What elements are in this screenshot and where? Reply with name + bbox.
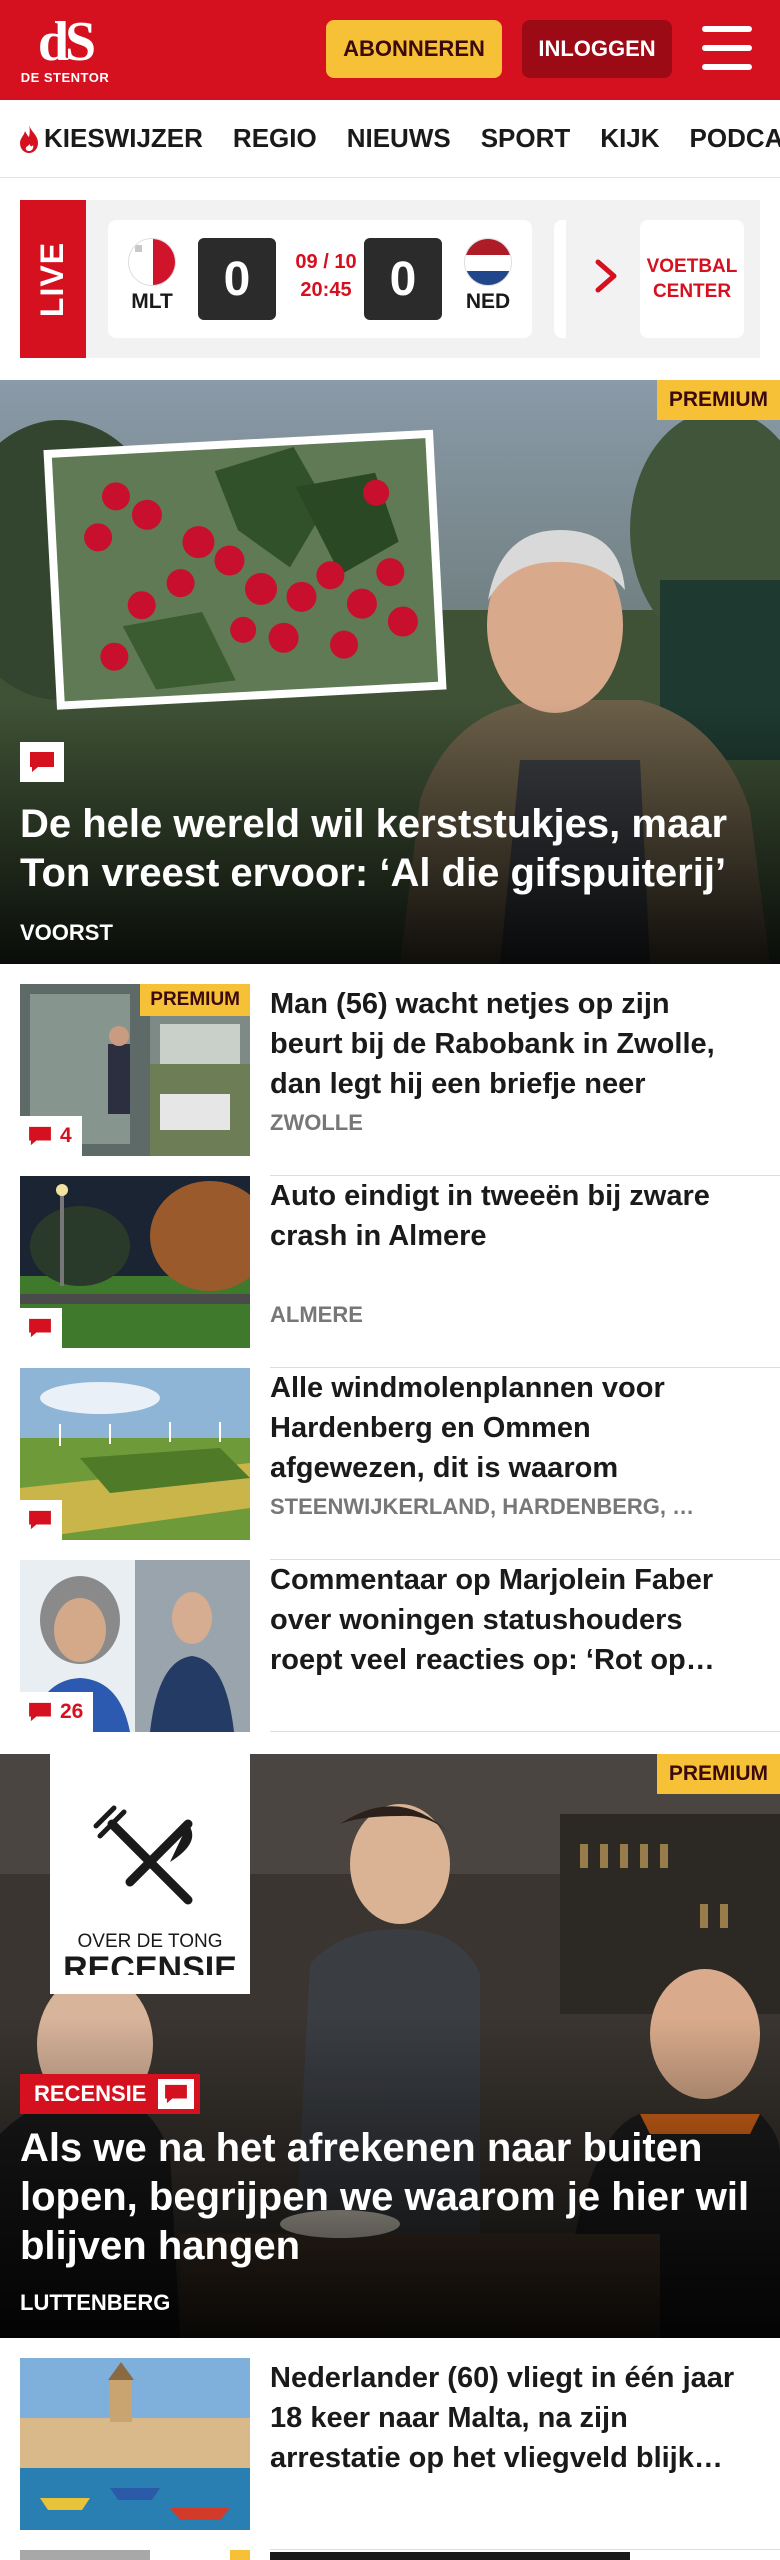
logo-subtitle: DE STENTOR xyxy=(20,69,110,85)
hero-location: VOORST xyxy=(20,920,113,945)
site-header: dS DE STENTOR ABONNEREN INLOGGEN xyxy=(0,0,780,100)
hero-headline[interactable]: De hele wereld wil kerststukjes, maar To… xyxy=(20,800,760,898)
logo-mark: dS xyxy=(37,10,96,73)
article-title-partial[interactable] xyxy=(270,2552,630,2560)
comment-count-value: 4 xyxy=(60,1124,72,1147)
comment-count[interactable]: 4 xyxy=(20,1116,82,1156)
nav-item-nieuws[interactable]: NIEUWS xyxy=(347,123,451,154)
divider xyxy=(270,1731,780,1732)
article-thumbnail xyxy=(20,1368,250,1540)
hero-location: LUTTENBERG xyxy=(20,2290,171,2315)
recensie-tag[interactable]: RECENSIE xyxy=(20,2074,161,2114)
away-score: 0 xyxy=(364,238,442,320)
fork-knife-icon xyxy=(93,1805,193,1905)
login-button[interactable]: INLOGGEN xyxy=(522,20,672,78)
malta-flag-icon xyxy=(128,238,176,286)
section-nav: KIESWIJZER REGIO NIEUWS SPORT KIJK PODCA… xyxy=(0,100,780,178)
article-title[interactable]: Auto eindigt in tweeën bij zware crash i… xyxy=(270,1176,740,1256)
list-item[interactable]: 26 Commentaar op Marjolein Faber over wo… xyxy=(20,1560,780,1732)
home-team: MLT xyxy=(122,238,182,314)
review-badge-line1: OVER DE TONG xyxy=(77,1931,223,1952)
live-label: LIVE xyxy=(20,200,86,358)
comment-icon xyxy=(29,1126,51,1146)
away-team: NED xyxy=(458,238,518,314)
comment-count[interactable]: 26 xyxy=(20,1692,94,1732)
thumbnail-image xyxy=(20,2358,250,2530)
article-thumbnail xyxy=(20,1176,250,1348)
match-datetime: 09 / 10 20:45 xyxy=(288,248,364,304)
list-item[interactable]: Auto eindigt in tweeën bij zware crash i… xyxy=(20,1176,780,1368)
list-item[interactable] xyxy=(20,2550,760,2560)
list-item[interactable]: Alle windmolenplannen voor Hardenberg en… xyxy=(20,1368,780,1560)
article-title[interactable]: Alle windmolenplannen voor Hardenberg en… xyxy=(270,1368,740,1488)
nav-item-kijk[interactable]: KIJK xyxy=(600,123,659,154)
voetbal-center-button[interactable]: VOETBAL CENTER xyxy=(640,220,744,338)
match-time: 20:45 xyxy=(300,279,352,301)
comments-badge[interactable] xyxy=(152,2074,200,2114)
article-location: STEENWIJKERLAND, HARDENBERG, … xyxy=(270,1494,695,1519)
menu-icon[interactable] xyxy=(702,26,752,70)
article-title[interactable]: Man (56) wacht netjes op zijn beurt bij … xyxy=(270,984,740,1104)
nav-item-podcast[interactable]: PODCAS xyxy=(690,123,780,154)
premium-badge: PREMIUM xyxy=(656,380,780,420)
list-item[interactable]: PREMIUM 4 Man (56) wacht netjes op zijn … xyxy=(20,984,780,1176)
article-thumbnail: PREMIUM 4 xyxy=(20,984,250,1156)
comment-icon xyxy=(165,2084,187,2104)
match-card[interactable]: MLT 0 09 / 10 20:45 0 NED xyxy=(108,220,532,338)
away-team-code: NED xyxy=(465,290,511,313)
match-date: 09 / 10 xyxy=(295,251,357,273)
review-badge-line2: RECENSIE xyxy=(63,1953,237,1975)
nav-label: KIESWIJZER xyxy=(44,123,203,153)
chevron-right-icon[interactable] xyxy=(592,256,620,296)
comment-icon xyxy=(29,1702,51,1722)
premium-badge: PREMIUM xyxy=(656,1754,780,1794)
site-logo[interactable]: dS DE STENTOR xyxy=(20,10,110,85)
comment-icon xyxy=(29,1510,51,1530)
comments-badge[interactable] xyxy=(20,742,64,782)
next-match-card[interactable] xyxy=(554,220,566,338)
hero-headline[interactable]: Als we na het afrekenen naar buiten lope… xyxy=(20,2124,760,2271)
comment-icon xyxy=(30,752,54,772)
article-thumbnail xyxy=(20,2550,250,2560)
article-title[interactable]: Commentaar op Marjolein Faber over wonin… xyxy=(270,1560,740,1680)
comment-count-value: 26 xyxy=(60,1700,84,1723)
flame-icon xyxy=(20,124,38,153)
article-location: ALMERE xyxy=(270,1302,363,1327)
article-thumbnail: 26 xyxy=(20,1560,250,1732)
nav-item-regio[interactable]: REGIO xyxy=(233,123,317,154)
article-thumbnail xyxy=(20,2358,250,2530)
nav-item-sport[interactable]: SPORT xyxy=(481,123,571,154)
subscribe-button[interactable]: ABONNEREN xyxy=(326,20,502,78)
comment-icon xyxy=(29,1318,51,1338)
nav-item-kieswijzer[interactable]: KIESWIJZER xyxy=(18,123,203,154)
comment-count[interactable] xyxy=(20,1500,62,1540)
article-location: ZWOLLE xyxy=(270,1110,363,1135)
review-badge: OVER DE TONG RECENSIE xyxy=(50,1754,250,1994)
list-item[interactable]: Nederlander (60) vliegt in één jaar 18 k… xyxy=(20,2358,780,2550)
article-title[interactable]: Nederlander (60) vliegt in één jaar 18 k… xyxy=(270,2358,740,2478)
premium-badge: PREMIUM xyxy=(140,984,250,1016)
netherlands-flag-icon xyxy=(464,238,512,286)
home-team-code: MLT xyxy=(131,290,173,313)
hero-article[interactable]: OVER DE TONG RECENSIE PREMIUM RECENSIE A… xyxy=(0,1754,780,2338)
premium-badge xyxy=(230,2550,250,2560)
live-scores-bar: LIVE MLT 0 09 / 10 20:45 0 NED VOETBAL C… xyxy=(20,200,760,358)
comment-count[interactable] xyxy=(20,1308,62,1348)
home-score: 0 xyxy=(198,238,276,320)
hero-article[interactable]: PREMIUM De hele wereld wil kerststukjes,… xyxy=(0,380,780,964)
